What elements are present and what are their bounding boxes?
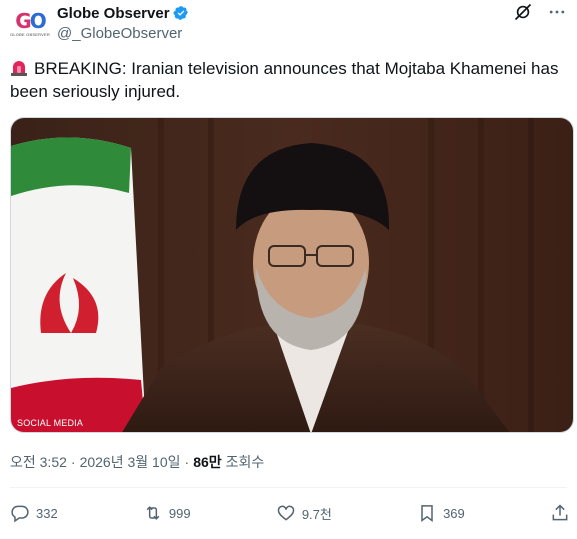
views-count: 86만 — [193, 454, 222, 470]
like-count: 9.7천 — [301, 506, 332, 522]
more-icon[interactable] — [547, 2, 567, 22]
tweet-time[interactable]: 오전 3:52 — [10, 452, 67, 472]
repost-count: 999 — [168, 505, 191, 521]
repost-icon — [146, 506, 160, 520]
like-button[interactable]: 9.7천 — [276, 503, 332, 523]
handle[interactable]: @_GlobeObserver — [57, 25, 189, 42]
tweet-media-image[interactable]: SOCIAL MEDIA — [10, 117, 574, 433]
author-info: Globe Observer @_GlobeObserver — [57, 3, 189, 42]
avatar-logo: GO — [15, 9, 46, 33]
media-watermark: SOCIAL MEDIA — [17, 418, 84, 428]
grok-icon[interactable] — [513, 2, 533, 22]
reply-button[interactable]: 332 — [10, 503, 58, 523]
views-label: 조회수 — [225, 454, 265, 470]
reply-count: 332 — [36, 505, 58, 521]
portrait-photo — [11, 118, 573, 432]
tweet-text: BREAKING: Iranian television announces t… — [10, 57, 570, 103]
avatar-logo-subtext: GLOBE OBSERVER — [10, 32, 50, 37]
share-button[interactable] — [550, 503, 570, 523]
bookmark-count: 369 — [443, 505, 465, 521]
share-icon — [552, 504, 568, 521]
tweet-body: BREAKING: Iranian television announces t… — [10, 59, 559, 101]
siren-icon — [10, 59, 28, 77]
bookmark-button[interactable]: 369 — [417, 503, 465, 523]
verified-badge-icon — [173, 5, 189, 21]
tweet-header: GO GLOBE OBSERVER Globe Observer @_Globe… — [10, 0, 567, 48]
meta-separator: · — [70, 454, 76, 470]
meta-separator: · — [184, 454, 190, 470]
divider — [10, 487, 567, 488]
reply-icon — [11, 505, 29, 523]
avatar[interactable]: GO GLOBE OBSERVER — [10, 4, 50, 44]
display-name[interactable]: Globe Observer — [57, 5, 170, 22]
cropped-row — [10, 533, 570, 539]
repost-button[interactable]: 999 — [143, 503, 191, 523]
bookmark-icon — [421, 505, 433, 522]
tweet-actions: 332 999 9.7천 369 — [10, 502, 570, 524]
like-icon — [277, 505, 295, 521]
tweet-meta: 오전 3:52 · 2026년 3월 10일 · 86만 조회수 — [10, 452, 264, 472]
tweet-date[interactable]: 2026년 3월 10일 — [80, 452, 181, 472]
